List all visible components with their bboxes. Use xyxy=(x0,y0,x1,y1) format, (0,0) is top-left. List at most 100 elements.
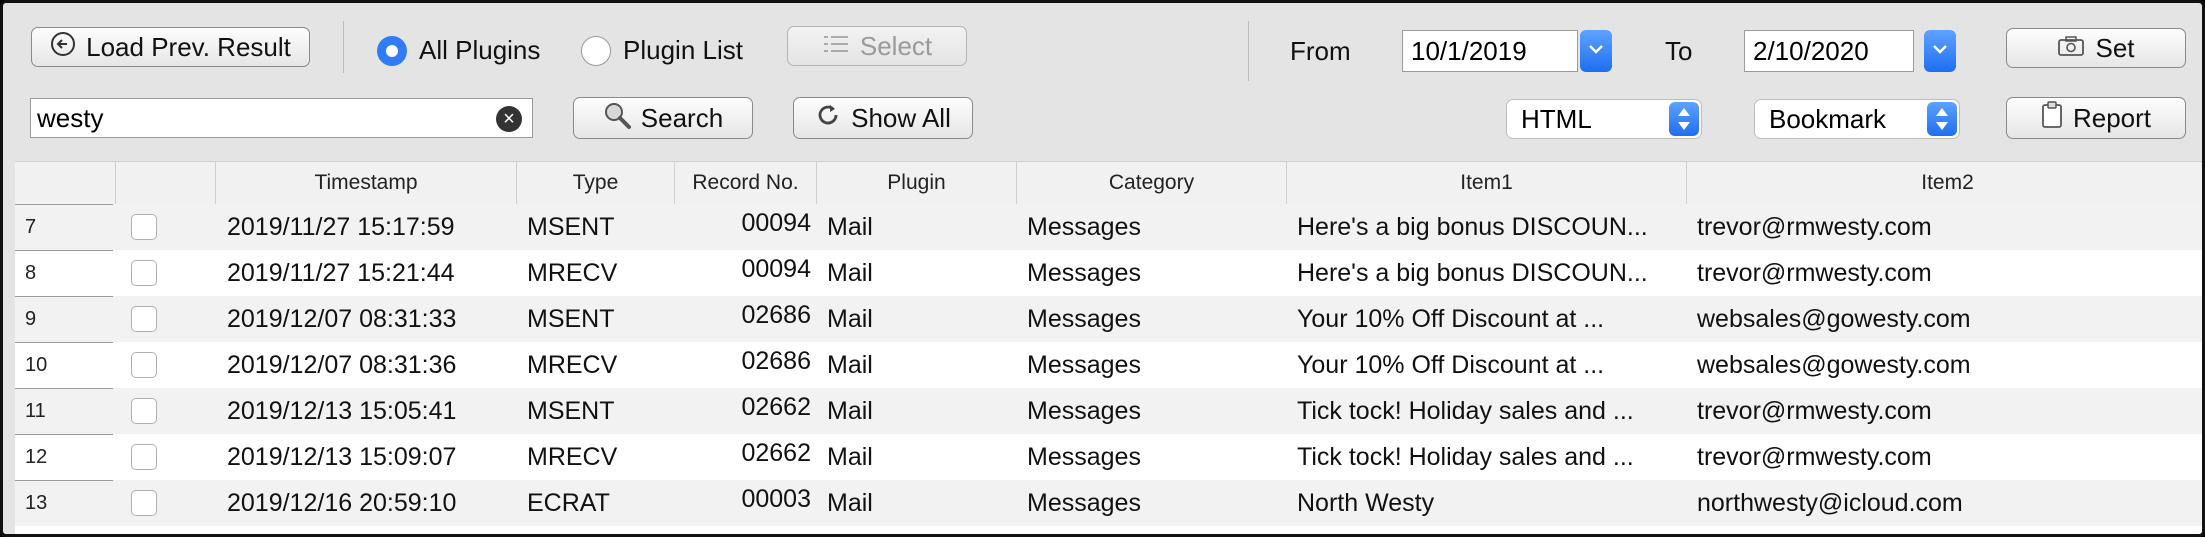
cell-plugin: Mail xyxy=(827,305,873,333)
updown-arrows-icon xyxy=(1927,102,1957,136)
column-header-timestamp[interactable]: Timestamp xyxy=(216,162,517,204)
cell-timestamp: 2019/12/13 15:05:41 xyxy=(227,397,457,425)
row-index: 11 xyxy=(25,400,46,422)
format-select[interactable]: HTML xyxy=(1506,99,1702,139)
plugin-list-radio[interactable]: Plugin List xyxy=(581,35,743,66)
search-button-label: Search xyxy=(640,102,724,133)
table-row[interactable]: 12 2019/12/13 15:09:07 MRECV 02662 Mail Messa… xyxy=(15,434,2202,480)
row-index: 7 xyxy=(25,216,37,238)
cell-item2: trevor@rmwesty.com xyxy=(1697,443,1932,471)
cell-plugin: Mail xyxy=(827,489,873,517)
cell-record-no: 02686 xyxy=(741,301,811,329)
cell-timestamp: 2019/11/27 15:21:44 xyxy=(227,259,455,287)
cell-type: MSENT xyxy=(527,213,615,241)
table-row[interactable]: 9 2019/12/07 08:31:33 MSENT 02686 Mail Messag… xyxy=(15,296,2202,342)
app-window: Load Prev. Result All Plugins Plugin Lis… xyxy=(0,0,2205,537)
refresh-icon xyxy=(815,102,841,135)
table-row[interactable]: 11 2019/12/13 15:05:41 MSENT 02662 Mail Messa… xyxy=(15,388,2202,434)
cell-item2: northwesty@icloud.com xyxy=(1697,489,1963,517)
cell-item1: Here's a big bonus DISCOUN... xyxy=(1297,259,1648,287)
row-checkbox[interactable] xyxy=(131,306,157,332)
cell-record-no: 00094 xyxy=(741,209,811,237)
load-prev-result-button[interactable]: Load Prev. Result xyxy=(31,27,310,67)
all-plugins-radio[interactable]: All Plugins xyxy=(377,35,540,66)
column-header-item2[interactable]: Item2 xyxy=(1687,162,2202,204)
radio-unselected-indicator xyxy=(581,35,611,66)
from-date-dropdown-button[interactable] xyxy=(1580,30,1612,72)
clipboard-icon xyxy=(2041,100,2063,136)
select-button[interactable]: Select xyxy=(787,26,967,66)
table-row[interactable]: 13 2019/12/16 20:59:10 ECRAT 00003 Mail Messa… xyxy=(15,480,2202,526)
cell-category: Messages xyxy=(1027,489,1141,517)
bookmark-select-value: Bookmark xyxy=(1769,103,1887,134)
cell-timestamp: 2019/12/16 20:59:10 xyxy=(227,489,457,517)
cell-timestamp: 2019/12/07 08:31:36 xyxy=(227,351,457,379)
cell-plugin: Mail xyxy=(827,351,873,379)
load-prev-result-label: Load Prev. Result xyxy=(86,31,291,62)
report-button[interactable]: Report xyxy=(2006,97,2186,139)
row-checkbox[interactable] xyxy=(131,260,157,286)
from-date-field[interactable]: 10/1/2019 xyxy=(1402,30,1578,72)
search-input[interactable]: westy × xyxy=(30,98,533,138)
search-button[interactable]: Search xyxy=(573,97,753,139)
table-row[interactable]: 7 2019/11/27 15:17:59 MSENT 00094 Mail Messag… xyxy=(15,204,2202,250)
to-date-field[interactable]: 2/10/2020 xyxy=(1744,30,1914,72)
cell-type: MRECV xyxy=(527,351,618,379)
cell-plugin: Mail xyxy=(827,213,873,241)
cell-item2: websales@gowesty.com xyxy=(1697,305,1971,333)
radio-selected-indicator xyxy=(377,35,407,66)
row-checkbox[interactable] xyxy=(131,398,157,424)
cell-category: Messages xyxy=(1027,397,1141,425)
chevron-down-icon xyxy=(1931,42,1949,60)
set-button[interactable]: Set xyxy=(2006,28,2186,68)
row-checkbox[interactable] xyxy=(131,490,157,516)
set-label: Set xyxy=(2095,32,2135,63)
search-input-value: westy xyxy=(37,102,104,133)
plugin-list-label: Plugin List xyxy=(623,35,743,65)
cell-type: MSENT xyxy=(527,397,615,425)
cell-record-no: 02662 xyxy=(741,393,811,421)
column-header-category[interactable]: Category xyxy=(1017,162,1287,204)
show-all-button[interactable]: Show All xyxy=(793,97,973,139)
table-row[interactable]: 8 2019/11/27 15:21:44 MRECV 00094 Mail Messag… xyxy=(15,250,2202,296)
results-table: Timestamp Type Record No. Plugin Categor… xyxy=(15,161,2202,534)
cell-timestamp: 2019/12/13 15:09:07 xyxy=(227,443,457,471)
to-date-dropdown-button[interactable] xyxy=(1924,30,1956,72)
cell-plugin: Mail xyxy=(827,259,873,287)
row-index: 9 xyxy=(25,308,37,330)
to-label: To xyxy=(1665,36,1693,66)
column-header-type[interactable]: Type xyxy=(517,162,675,204)
bookmark-select[interactable]: Bookmark xyxy=(1754,99,1960,139)
cell-record-no: 02662 xyxy=(741,439,811,467)
select-label: Select xyxy=(859,30,933,61)
cell-item1: Tick tock! Holiday sales and ... xyxy=(1297,443,1634,471)
cell-plugin: Mail xyxy=(827,397,873,425)
cell-type: MRECV xyxy=(527,443,618,471)
cell-timestamp: 2019/11/27 15:17:59 xyxy=(227,213,455,241)
cell-item1: Your 10% Off Discount at ... xyxy=(1297,351,1605,379)
column-header-plugin[interactable]: Plugin xyxy=(817,162,1017,204)
column-header-record-no[interactable]: Record No. xyxy=(675,162,817,204)
cell-item2: trevor@rmwesty.com xyxy=(1697,397,1932,425)
list-icon xyxy=(822,31,850,62)
cell-type: MRECV xyxy=(527,259,618,287)
row-checkbox[interactable] xyxy=(131,444,157,470)
cell-item1: Your 10% Off Discount at ... xyxy=(1297,305,1605,333)
cell-category: Messages xyxy=(1027,351,1141,379)
cell-category: Messages xyxy=(1027,259,1141,287)
table-row[interactable]: 10 2019/12/07 08:31:36 MRECV 02686 Mail Messa… xyxy=(15,342,2202,388)
column-header-item1[interactable]: Item1 xyxy=(1287,162,1687,204)
column-header-check[interactable] xyxy=(116,162,216,204)
clear-search-icon[interactable]: × xyxy=(496,106,522,132)
column-header-index[interactable] xyxy=(15,162,116,204)
cell-category: Messages xyxy=(1027,305,1141,333)
row-checkbox[interactable] xyxy=(131,214,157,240)
magnifier-icon xyxy=(603,101,631,136)
cell-record-no: 02686 xyxy=(741,347,811,375)
to-date-value: 2/10/2020 xyxy=(1753,35,1869,66)
row-checkbox[interactable] xyxy=(131,352,157,378)
cell-plugin: Mail xyxy=(827,443,873,471)
camera-icon xyxy=(2057,33,2085,64)
updown-arrows-icon xyxy=(1669,102,1699,136)
cell-item2: trevor@rmwesty.com xyxy=(1697,259,1932,287)
